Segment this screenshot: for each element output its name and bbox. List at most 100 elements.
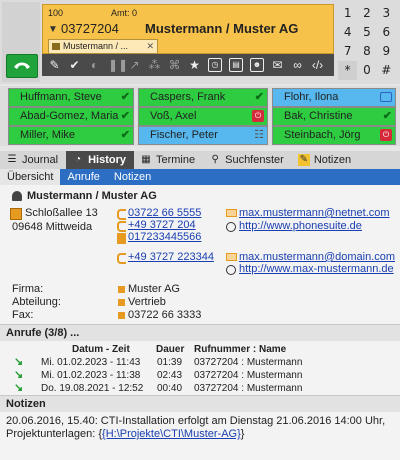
dialpad-key-3[interactable]: 3 — [377, 4, 396, 23]
contact-name: Huffmann, Steve — [20, 91, 102, 103]
contact-tile[interactable]: Caspers, Frank ✔ — [138, 88, 268, 107]
phone-icon — [117, 221, 126, 232]
link-icon[interactable]: ∞ — [291, 58, 304, 72]
available-check-icon: ✔ — [382, 110, 392, 122]
notes-section-header[interactable]: Notizen — [0, 395, 400, 412]
dialpad-key-8[interactable]: 8 — [357, 42, 376, 61]
contact-card-icon[interactable]: ▤ — [229, 58, 243, 72]
call-number: 03727204 — [61, 21, 119, 36]
active-call-card[interactable]: 100 Amt: 0 ▼ 03727204 Mustermann / Muste… — [42, 4, 334, 54]
contact-name: Abad-Gomez, Maria — [20, 110, 119, 122]
note-text: 20.06.2016, 15.40: CTI-Installation erfo… — [6, 415, 386, 427]
web-link[interactable]: http://www.phonesuite.de — [239, 220, 362, 232]
call-toolbar: ✎ ✔ ◐ ❚❚ ↗ ⁂ ⌘ ★ ◷ ▤ ☻ ✉ ∞ ‹/› — [42, 54, 334, 76]
tab-history[interactable]: ◔ History — [66, 151, 134, 169]
contact-name: Voß, Axel — [150, 110, 197, 122]
calls-section-header[interactable]: Anrufe (3/8) ... — [0, 324, 400, 341]
group-icon: ☷ — [254, 129, 264, 141]
call-duration: 00:40 — [157, 383, 183, 394]
note-text-line2: Projektunterlagen: {{H:\Projekte\CTI\Mus… — [6, 428, 244, 440]
incoming-call-icon: ↘ — [14, 356, 24, 368]
dialpad-key-5[interactable]: 5 — [357, 23, 376, 42]
overview-panel: Mustermann / Muster AG Schloßallee 13 09… — [0, 185, 400, 460]
contact-name: Flohr, Ilona — [284, 91, 339, 103]
mail-icon[interactable]: ✉ — [271, 58, 284, 72]
abteilung-label: Abteilung: — [12, 296, 61, 308]
field-icon — [118, 286, 125, 293]
contact-tile[interactable]: Bak, Christine ✔ — [272, 107, 396, 126]
mail-icon — [226, 209, 237, 217]
contact-tile[interactable]: Abad-Gomez, Maria ✔ — [8, 107, 134, 126]
contact-tile[interactable]: Huffmann, Steve ✔ — [8, 88, 134, 107]
dialpad-key-hash[interactable]: # — [377, 61, 396, 80]
phone-link[interactable]: +49 3727 204 — [128, 219, 196, 231]
fax-label: Fax: — [12, 309, 34, 321]
contact-tile[interactable]: Flohr, Ilona — [272, 88, 396, 107]
record-icon[interactable]: ◐ — [88, 58, 101, 72]
dialpad-key-9[interactable]: 9 — [377, 42, 396, 61]
contact-tile[interactable]: Fischer, Peter ☷ — [138, 126, 268, 145]
dialpad-key-star[interactable]: * — [338, 61, 358, 80]
pause-icon[interactable]: ❚❚ — [108, 58, 128, 72]
transfer-icon[interactable]: ↗ — [128, 58, 141, 72]
globe-icon — [226, 222, 236, 232]
network-icon[interactable]: ⌘ — [168, 58, 181, 72]
tab-notizen[interactable]: ✎ Notizen — [292, 151, 359, 169]
dialpad-key-0[interactable]: 0 — [357, 61, 376, 80]
call-datetime: Mi. 01.02.2023 - 11:43 — [41, 357, 141, 368]
address-street: Schloßallee 13 — [25, 207, 98, 219]
phone-link[interactable]: 017233445566 — [128, 231, 201, 243]
check-icon[interactable]: ✔ — [68, 58, 81, 72]
call-contact-tab[interactable]: Mustermann / ... ✕ — [48, 39, 158, 54]
project-folder-link[interactable]: {H:\Projekte\CTI\Muster-AG} — [102, 428, 241, 440]
dialpad-key-1[interactable]: 1 — [338, 4, 357, 23]
calendar-icon: ▦ — [141, 154, 151, 165]
subtab-anrufe[interactable]: Anrufe — [60, 169, 106, 185]
address-city: 09648 Mittweida — [12, 221, 93, 233]
tab-suchfenster[interactable]: ⚲ Suchfenster — [203, 151, 292, 169]
contact-tile[interactable]: Voß, Axel ⏻ — [138, 107, 268, 126]
contact-card-icon — [52, 43, 60, 50]
briefcase-icon — [380, 92, 392, 102]
chevron-down-icon[interactable]: ▼ — [48, 24, 58, 35]
available-check-icon: ✔ — [120, 91, 130, 103]
field-icon — [118, 312, 125, 319]
code-icon[interactable]: ‹/› — [311, 58, 324, 72]
contact-tile[interactable]: Miller, Mike ✔ — [8, 126, 134, 145]
fax-value: 03722 66 3333 — [128, 309, 202, 321]
address-icon — [10, 208, 22, 220]
note-icon: ✎ — [297, 154, 310, 166]
tab-journal[interactable]: ☰ Journal — [0, 151, 66, 169]
phone-link[interactable]: 03722 66 5555 — [128, 207, 201, 219]
tab-termine[interactable]: ▦ Termine — [134, 151, 203, 169]
dialpad-key-4[interactable]: 4 — [338, 23, 357, 42]
dialpad: 1 2 3 4 5 6 7 8 9 * 0 # — [338, 4, 396, 80]
conference-icon[interactable]: ⁂ — [148, 58, 161, 72]
dialpad-key-2[interactable]: 2 — [357, 4, 376, 23]
dialpad-key-6[interactable]: 6 — [377, 23, 396, 42]
clock-icon[interactable]: ◷ — [208, 58, 222, 72]
pencil-icon[interactable]: ✎ — [48, 58, 61, 72]
contact-tile[interactable]: Steinbach, Jörg ⏻ — [272, 126, 396, 145]
web-link[interactable]: http://www.max-mustermann.de — [239, 263, 394, 275]
mobile-phone-icon — [117, 233, 126, 244]
star-icon[interactable]: ★ — [188, 58, 201, 72]
phone-link[interactable]: +49 3727 223344 — [128, 251, 214, 263]
dialpad-key-7[interactable]: 7 — [338, 42, 357, 61]
person-icon — [12, 191, 22, 201]
sub-tabs: Übersicht Anrufe Notizen — [0, 169, 400, 185]
subtab-notizen[interactable]: Notizen — [107, 169, 158, 185]
field-icon — [118, 299, 125, 306]
email-link[interactable]: max.mustermann@netnet.com — [239, 207, 390, 219]
person-icon[interactable]: ☻ — [250, 58, 264, 72]
subtab-uebersicht[interactable]: Übersicht — [0, 169, 61, 185]
email-link[interactable]: max.mustermann@domain.com — [239, 251, 395, 263]
call-number-name: 03727204 : Mustermann — [194, 383, 303, 394]
phone-icon — [117, 253, 126, 264]
hangup-button[interactable] — [6, 54, 38, 78]
tab-label: Termine — [155, 154, 196, 166]
close-icon[interactable]: ✕ — [146, 40, 154, 53]
phone-hangup-icon — [14, 62, 30, 69]
tab-label: Notizen — [313, 154, 352, 166]
note-suffix: } — [240, 428, 245, 440]
